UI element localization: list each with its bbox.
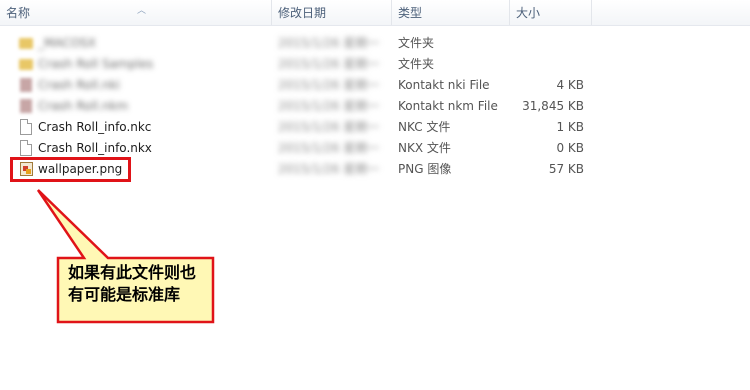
callout-line-2: 有可能是标准库 [68,285,181,304]
callout-line-1: 如果有此文件则也 [68,263,197,282]
callout-text: 如果有此文件则也 有可能是标准库 [58,258,208,316]
callout-bubble [36,189,215,324]
